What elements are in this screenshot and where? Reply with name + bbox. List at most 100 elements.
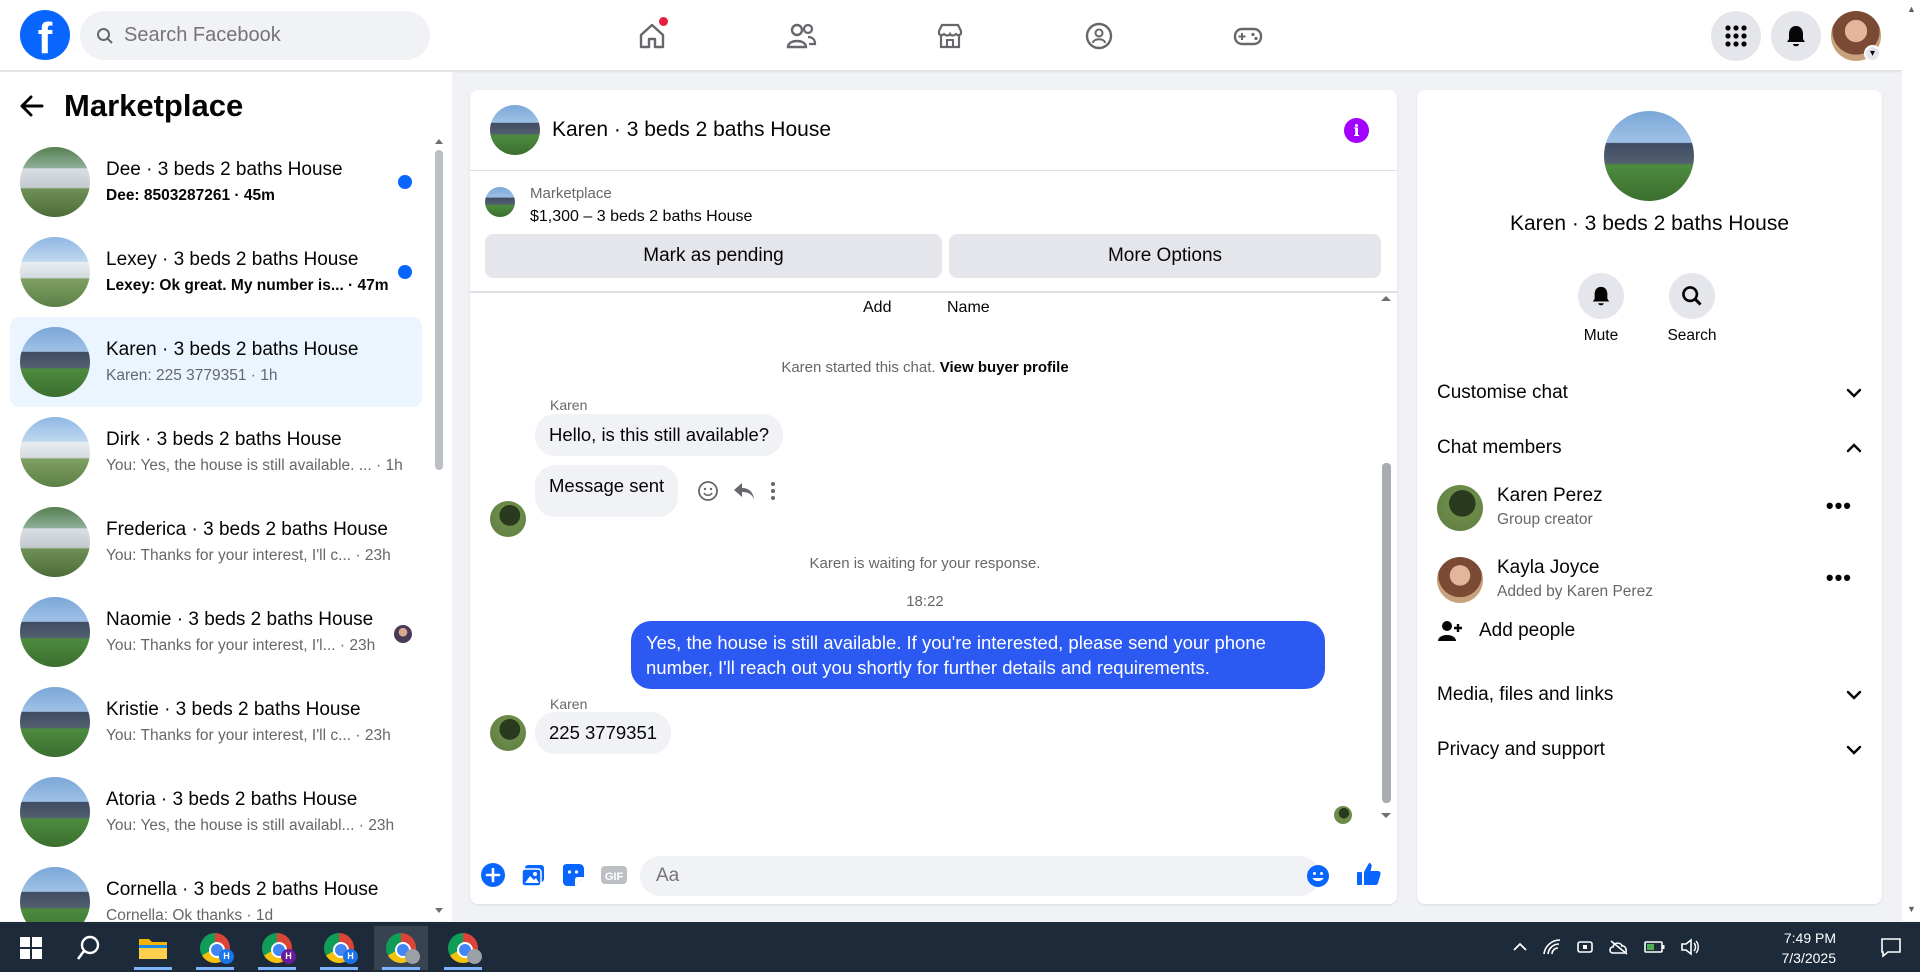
sender-avatar[interactable] — [490, 715, 526, 751]
meet-now-icon[interactable] — [1576, 938, 1594, 956]
menu-button[interactable] — [1711, 11, 1761, 61]
sender-avatar[interactable] — [490, 501, 526, 537]
incoming-message[interactable]: 225 3779351 — [535, 712, 672, 754]
scrollbar-thumb[interactable] — [1382, 463, 1391, 803]
chrome-profile-4[interactable] — [374, 926, 428, 970]
scroll-down-icon[interactable] — [433, 906, 445, 916]
privacy-support-section[interactable]: Privacy and support — [1437, 730, 1862, 770]
search-label: Search — [1667, 327, 1717, 344]
more-options-icon[interactable]: ••• — [1826, 565, 1852, 591]
wifi-icon[interactable] — [1542, 938, 1562, 956]
taskbar-search[interactable] — [62, 926, 116, 970]
conversation-item[interactable]: Dee · 3 beds 2 baths House Dee: 850328726… — [10, 137, 422, 227]
view-buyer-profile-link[interactable]: View buyer profile — [940, 359, 1069, 376]
media-files-section[interactable]: Media, files and links — [1437, 675, 1862, 715]
scrollbar-thumb[interactable] — [435, 150, 443, 470]
conversation-item[interactable]: Dirk · 3 beds 2 baths House You: Yes, the… — [10, 407, 422, 497]
cloud-off-icon[interactable] — [1608, 939, 1630, 955]
outgoing-message[interactable]: Yes, the house is still available. If yo… — [631, 621, 1325, 689]
preview-text: You: Thanks for your interest, I'll c... — [106, 727, 352, 744]
notifications-button[interactable] — [1771, 11, 1821, 61]
more-vertical-icon[interactable] — [769, 481, 777, 501]
info-icon[interactable]: i — [1344, 118, 1369, 143]
reply-icon[interactable] — [733, 481, 755, 501]
more-options-icon[interactable]: ••• — [1826, 493, 1852, 519]
page-scrollbar[interactable]: ▲ ▼ — [1902, 0, 1920, 921]
chrome-profile-3[interactable]: H — [312, 926, 366, 970]
nav-gaming[interactable] — [1226, 14, 1270, 58]
conversation-item[interactable]: Lexey · 3 beds 2 baths House Lexey: Ok gr… — [10, 227, 422, 317]
emoji-icon[interactable] — [1306, 864, 1332, 890]
nav-marketplace[interactable] — [928, 14, 972, 58]
customise-chat-section[interactable]: Customise chat — [1437, 373, 1862, 413]
mark-pending-button[interactable]: Mark as pending — [485, 234, 942, 278]
nav-home[interactable] — [630, 14, 674, 58]
scrollbar[interactable] — [1379, 293, 1393, 833]
more-options-button[interactable]: More Options — [949, 234, 1381, 278]
chat-avatar[interactable] — [490, 105, 540, 155]
photo-icon[interactable] — [520, 862, 546, 888]
search-chat-button[interactable]: Search — [1657, 273, 1727, 345]
conversation-item[interactable]: Kristie · 3 beds 2 baths House You: Thank… — [10, 677, 422, 767]
battery-icon[interactable] — [1644, 940, 1666, 954]
volume-icon[interactable] — [1680, 938, 1700, 956]
file-explorer-app[interactable] — [126, 926, 180, 970]
conversation-item[interactable]: Atoria · 3 beds 2 baths House You: Yes, t… — [10, 767, 422, 857]
facebook-logo[interactable]: f — [20, 10, 70, 60]
chat-title[interactable]: Karen · 3 beds 2 baths House — [552, 118, 831, 142]
add-label: Add — [863, 299, 892, 316]
chevron-down-icon[interactable]: ▾ — [1864, 45, 1881, 62]
conversation-preview: Karen: 225 3779351 · 1h — [106, 367, 406, 385]
conversation-title: Kristie · 3 beds 2 baths House — [106, 699, 361, 720]
chevron-down-icon — [1846, 690, 1862, 700]
chrome-profile-2[interactable]: H — [250, 926, 304, 970]
scroll-up-icon[interactable]: ▲ — [1907, 4, 1916, 14]
plus-circle-icon[interactable] — [480, 862, 506, 888]
conversation-item[interactable]: Naomie · 3 beds 2 baths House You: Thanks… — [10, 587, 422, 677]
notification-dot — [659, 17, 668, 26]
gif-icon[interactable]: GIF — [600, 862, 627, 888]
preview-text: You: Thanks for your interest, I'l... — [106, 637, 336, 654]
member-row[interactable]: Kayla Joyce Added by Karen Perez ••• — [1437, 553, 1862, 609]
listing-title[interactable]: $1,300 – 3 beds 2 baths House — [530, 208, 752, 226]
scroll-down-icon[interactable]: ▼ — [1907, 904, 1916, 914]
system-clock[interactable]: 7:49 PM 7/3/2025 — [1782, 928, 1837, 968]
panel-title: Marketplace — [64, 88, 244, 123]
scroll-up-icon[interactable] — [433, 136, 445, 146]
notifications-icon — [1785, 24, 1807, 48]
listing-thumbnail[interactable] — [485, 187, 515, 217]
search-box[interactable] — [80, 11, 430, 60]
member-avatar[interactable] — [1437, 557, 1483, 603]
add-people-button[interactable]: Add people — [1437, 620, 1575, 642]
search-input[interactable] — [124, 24, 384, 47]
scroll-down-icon[interactable] — [1379, 811, 1393, 821]
scroll-up-icon[interactable] — [1379, 293, 1393, 303]
start-button[interactable] — [4, 926, 58, 970]
chat-photo[interactable] — [1604, 111, 1694, 201]
incoming-message[interactable]: Message sent — [535, 465, 679, 517]
nav-groups[interactable] — [1077, 14, 1121, 58]
nav-friends[interactable] — [779, 14, 823, 58]
chrome-profile-1[interactable]: H — [188, 926, 242, 970]
conversation-item[interactable]: Karen · 3 beds 2 baths House Karen: 225 3… — [10, 317, 422, 407]
chevron-up-icon[interactable] — [1512, 942, 1528, 952]
message-input[interactable] — [640, 856, 1320, 896]
member-row[interactable]: Karen Perez Group creator ••• — [1437, 481, 1862, 537]
bell-icon — [1591, 285, 1611, 307]
incoming-message[interactable]: Hello, is this still available? — [535, 414, 784, 456]
member-avatar[interactable] — [1437, 485, 1483, 531]
notification-center[interactable] — [1880, 922, 1902, 972]
chat-started-text: Karen started this chat. — [781, 359, 936, 376]
chat-members-section[interactable]: Chat members — [1437, 428, 1862, 468]
react-icon[interactable] — [697, 480, 719, 502]
mute-button[interactable]: Mute — [1566, 273, 1636, 345]
thumbs-up-icon[interactable] — [1355, 860, 1381, 886]
system-tray — [1512, 922, 1700, 972]
chrome-profile-5[interactable] — [436, 926, 490, 970]
conversation-thumbnail — [20, 687, 90, 757]
scrollbar[interactable] — [433, 136, 445, 916]
sticker-icon[interactable] — [560, 862, 586, 888]
conversation-thumbnail — [20, 237, 90, 307]
conversation-item[interactable]: Frederica · 3 beds 2 baths House You: Tha… — [10, 497, 422, 587]
back-arrow-icon[interactable] — [20, 95, 44, 117]
